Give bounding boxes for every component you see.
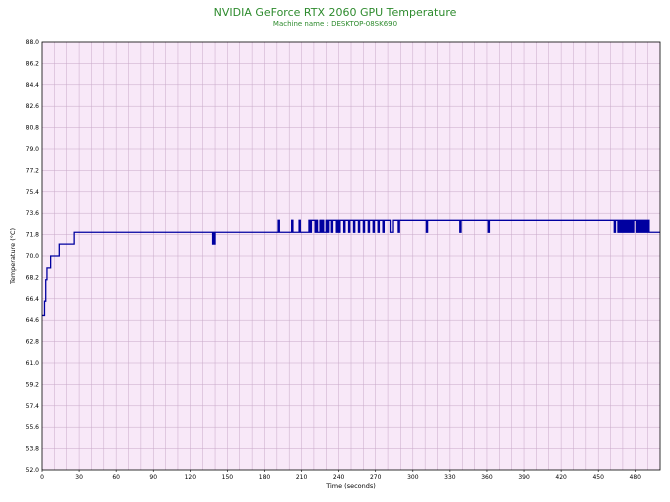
y-tick-label: 68.2 — [26, 274, 40, 281]
y-tick-label: 59.2 — [26, 381, 40, 388]
y-tick-label: 73.6 — [26, 210, 40, 217]
y-tick-label: 53.8 — [26, 446, 40, 453]
y-tick-label: 66.4 — [26, 296, 40, 303]
x-axis-label: Time (seconds) — [325, 482, 376, 490]
x-tick-label: 270 — [370, 474, 382, 481]
x-tick-label: 360 — [481, 474, 493, 481]
y-tick-label: 61.0 — [26, 360, 40, 367]
y-tick-labels: 52.0 53.8 55.6 57.4 59.2 61.0 62.8 64.6 66.4 68.2… — [26, 39, 40, 474]
y-tick-label: 77.2 — [26, 167, 40, 174]
y-axis-label: Temperature (°C) — [9, 228, 17, 285]
y-tick-label: 75.4 — [26, 189, 40, 196]
x-tick-label: 420 — [555, 474, 567, 481]
y-tick-label: 84.4 — [26, 82, 40, 89]
y-tick-label: 70.0 — [26, 253, 40, 260]
x-tick-label: 150 — [222, 474, 234, 481]
x-tick-label: 0 — [40, 474, 44, 481]
y-tick-label: 57.4 — [26, 403, 40, 410]
x-tick-label: 30 — [75, 474, 83, 481]
chart-subtitle: Machine name : DESKTOP-08SK690 — [273, 20, 397, 28]
y-tick-label: 88.0 — [26, 39, 40, 46]
x-tick-label: 240 — [333, 474, 345, 481]
y-tick-label: 79.0 — [26, 146, 40, 153]
y-tick-label: 62.8 — [26, 339, 40, 346]
x-tick-label: 210 — [296, 474, 308, 481]
x-tick-labels: 0 30 60 90 120 150 180 210 240 270 300 330 360 390 420… — [40, 470, 641, 481]
x-tick-label: 90 — [149, 474, 157, 481]
grid-lines — [42, 42, 660, 470]
y-tick-label: 86.2 — [26, 60, 40, 67]
x-tick-label: 450 — [592, 474, 604, 481]
y-tick-label: 71.8 — [26, 232, 40, 239]
y-tick-label: 64.6 — [26, 317, 40, 324]
y-tick-label: 82.6 — [26, 103, 40, 110]
y-tick-label: 80.8 — [26, 125, 40, 132]
chart-title: NVIDIA GeForce RTX 2060 GPU Temperature — [214, 6, 457, 19]
x-tick-label: 300 — [407, 474, 419, 481]
y-tick-label: 55.6 — [26, 424, 40, 431]
x-tick-label: 180 — [259, 474, 271, 481]
y-tick-label: 52.0 — [26, 467, 40, 474]
x-tick-label: 60 — [112, 474, 120, 481]
temperature-chart: NVIDIA GeForce RTX 2060 GPU Temperature … — [9, 6, 661, 490]
x-tick-label: 330 — [444, 474, 456, 481]
x-tick-label: 390 — [518, 474, 530, 481]
x-tick-label: 120 — [185, 474, 197, 481]
x-tick-label: 480 — [630, 474, 642, 481]
